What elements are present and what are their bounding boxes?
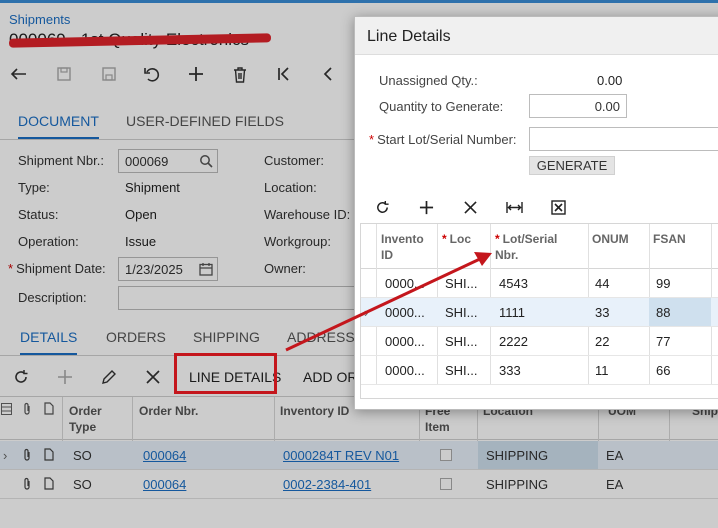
- annotation-arrow: [285, 252, 492, 352]
